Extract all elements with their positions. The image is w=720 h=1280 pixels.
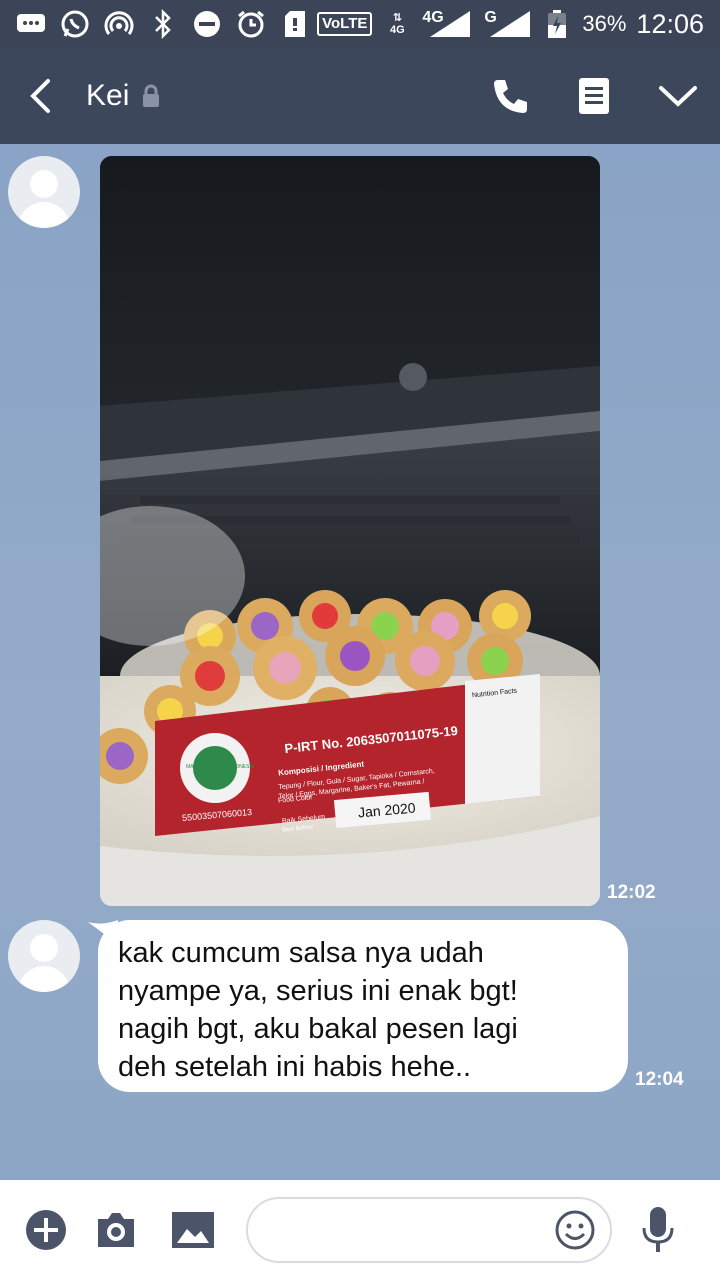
alarm-icon	[236, 9, 266, 39]
microphone-icon	[642, 1207, 674, 1252]
image-icon	[172, 1212, 214, 1248]
message-line: nagih bgt, aku bakal pesen lagi	[118, 1013, 518, 1045]
plus-circle-icon	[26, 1210, 66, 1250]
chevron-left-icon	[30, 79, 50, 113]
image-message[interactable]: P-IRT No. 2063507011075-19 Komposisi / I…	[100, 156, 600, 906]
clock: 12:06	[636, 8, 704, 39]
product-photo	[100, 156, 600, 906]
battery-charging-icon	[542, 9, 572, 39]
signal-g-icon: G	[482, 9, 532, 39]
bluetooth-icon	[148, 9, 178, 39]
notes-button[interactable]	[552, 48, 636, 144]
more-button[interactable]	[636, 48, 720, 144]
voice-button[interactable]	[618, 1180, 698, 1280]
whatsapp-icon	[60, 9, 90, 39]
avatar-body	[18, 966, 70, 992]
avatar-body	[18, 202, 70, 228]
chat-title: Kei	[86, 79, 130, 112]
battery-percent: 36%	[582, 11, 627, 36]
input-bar	[0, 1180, 720, 1280]
avatar[interactable]	[8, 156, 80, 228]
camera-icon	[98, 1213, 134, 1247]
message-line: nyampe ya, serius ini enak bgt!	[118, 975, 518, 1007]
message-line: kak cumcum salsa nya udah	[118, 937, 484, 969]
message-time: 12:02	[607, 882, 656, 903]
add-button[interactable]	[16, 1180, 76, 1280]
gallery-button[interactable]	[156, 1180, 230, 1280]
camera-button[interactable]	[76, 1180, 156, 1280]
notes-icon	[579, 78, 609, 114]
call-button[interactable]	[468, 48, 552, 144]
avatar-head	[30, 934, 58, 962]
network-4g-small-icon: ⇅ 4G	[390, 12, 405, 36]
lock-icon	[141, 84, 161, 108]
chat-area[interactable]: P-IRT No. 2063507011075-19 Komposisi / I…	[0, 144, 720, 1180]
signal-4g-icon: 4G	[422, 9, 472, 39]
status-bar: VoLTE ⇅ 4G 4G G 36% 12:06	[0, 0, 720, 48]
avatar[interactable]	[8, 920, 80, 992]
messages-notification-icon	[16, 9, 46, 39]
message-input-container[interactable]	[246, 1197, 612, 1263]
photo-seal-text: MAJELIS ULAMA INDONESIA	[186, 764, 255, 770]
volte-badge: VoLTE	[317, 12, 373, 36]
message-time: 12:04	[635, 1069, 684, 1090]
phone-icon	[494, 80, 527, 113]
message-line: deh setelah ini habis hehe..	[118, 1051, 472, 1083]
smiley-icon[interactable]	[554, 1209, 596, 1251]
sd-card-icon	[280, 9, 310, 39]
message-input[interactable]	[268, 1209, 548, 1253]
do-not-disturb-icon	[192, 9, 222, 39]
back-button[interactable]	[0, 48, 80, 144]
avatar-head	[30, 170, 58, 198]
hotspot-icon	[104, 9, 134, 39]
chat-header: Kei	[0, 48, 720, 144]
text-message[interactable]: kak cumcum salsa nya udah nyampe ya, ser…	[98, 920, 628, 1092]
chevron-down-icon	[659, 86, 697, 107]
